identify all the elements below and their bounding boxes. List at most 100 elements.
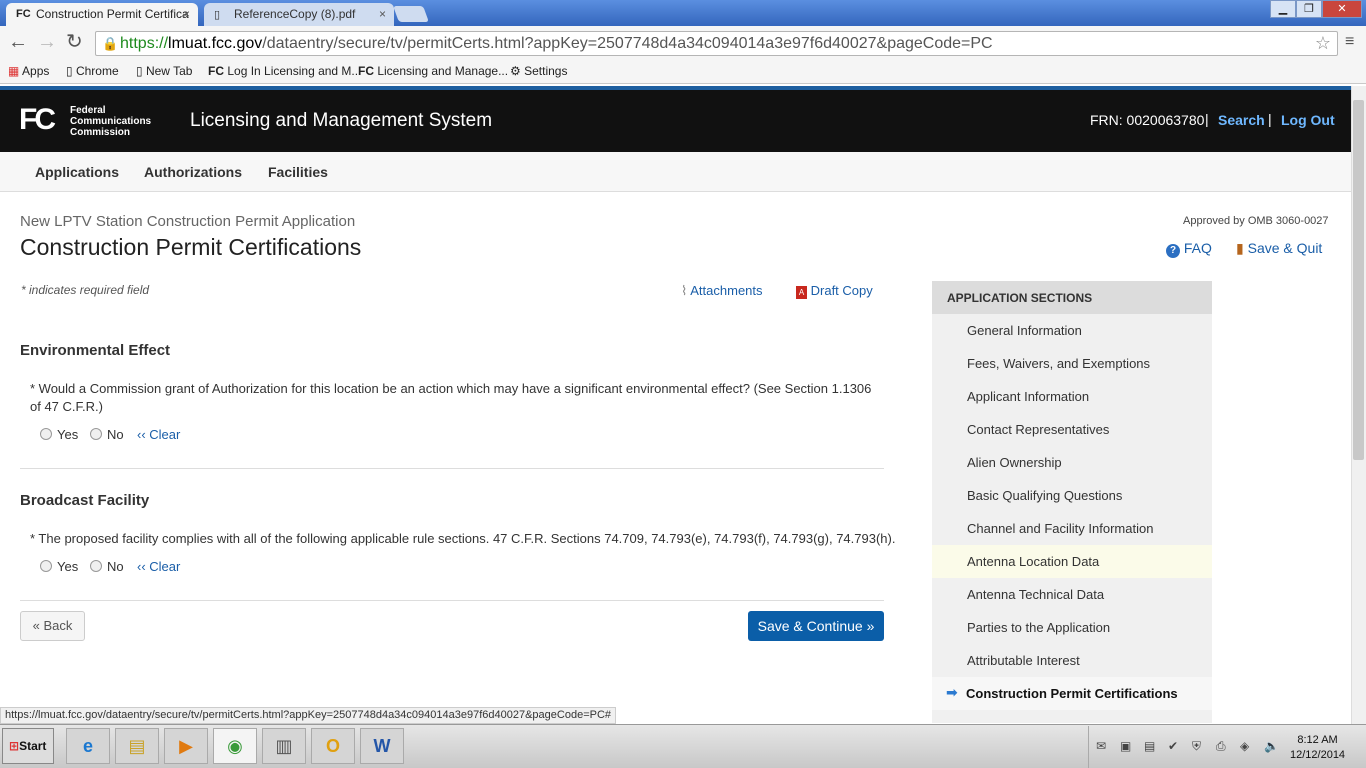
tab-close-icon[interactable]: × <box>379 7 386 21</box>
mail-icon[interactable]: ✉ <box>1096 739 1106 753</box>
fcc-logo[interactable]: FC <box>19 103 56 137</box>
page-icon: ▯ <box>136 64 143 78</box>
page-icon: ▯ <box>66 64 73 78</box>
sidebar-item-parties[interactable]: Parties to the Application <box>932 611 1212 644</box>
back-arrow-icon[interactable]: ← <box>8 32 28 52</box>
nav-facilities[interactable]: Facilities <box>268 164 328 180</box>
bookmark-licensing-manage[interactable]: FC Licensing and Manage... <box>358 64 508 78</box>
sidebar-item-antenna-technical[interactable]: Antenna Technical Data <box>932 578 1212 611</box>
faq-link[interactable]: ? FAQ <box>1166 240 1212 258</box>
media-player-icon[interactable]: ▶ <box>164 728 208 764</box>
nav-authorizations[interactable]: Authorizations <box>144 164 242 180</box>
bookmark-apps[interactable]: ▦ Apps <box>8 64 49 78</box>
start-button[interactable]: ⊞Start <box>2 728 54 764</box>
bookmark-login-licensing[interactable]: FC Log In Licensing and M... <box>208 64 361 78</box>
sidebar-item-alien-ownership[interactable]: Alien Ownership <box>932 446 1212 479</box>
address-bar[interactable]: 🔒 https://lmuat.fcc.gov/dataentry/secure… <box>95 31 1338 56</box>
network-icon[interactable]: ▤ <box>1144 739 1155 753</box>
start-label: Start <box>19 739 47 753</box>
radio-label-no[interactable]: No <box>107 427 124 442</box>
system-clock[interactable]: 8:12 AM 12/12/2014 <box>1290 733 1345 763</box>
save-quit-label: Save & Quit <box>1247 240 1323 256</box>
outlook-tray-icon[interactable]: ▣ <box>1120 739 1131 753</box>
bookmark-label: Log In Licensing and M... <box>227 64 362 78</box>
sidebar-item-fees-waivers[interactable]: Fees, Waivers, and Exemptions <box>932 347 1212 380</box>
close-window-button[interactable]: ✕ <box>1322 0 1362 18</box>
url-protocol: https:// <box>120 35 169 52</box>
radio-label-yes[interactable]: Yes <box>57 427 78 442</box>
word-icon[interactable]: W <box>360 728 404 764</box>
new-tab-button[interactable] <box>393 6 429 22</box>
scrollbar-thumb[interactable] <box>1353 100 1364 460</box>
environmental-yes-radio[interactable] <box>40 428 52 440</box>
lock-icon: 🔒 <box>102 36 119 51</box>
bookmark-new-tab[interactable]: ▯ New Tab <box>136 64 192 78</box>
section-heading: Environmental Effect <box>20 342 171 359</box>
sidebar-item-general-information[interactable]: General Information <box>932 314 1212 347</box>
calculator-icon[interactable]: ▥ <box>262 728 306 764</box>
current-arrow-icon: ➡ <box>946 684 958 700</box>
sidebar-item-contact-representatives[interactable]: Contact Representatives <box>932 413 1212 446</box>
search-link[interactable]: Search <box>1218 112 1265 128</box>
bookmark-label: Chrome <box>75 64 119 78</box>
file-explorer-icon[interactable]: ▤ <box>115 728 159 764</box>
volume-icon[interactable]: 🔈 <box>1264 739 1279 753</box>
shield-icon[interactable]: ⛨ <box>1192 739 1201 754</box>
nav-applications[interactable]: Applications <box>35 164 119 180</box>
sidebar-item-channel-facility[interactable]: Channel and Facility Information <box>932 512 1212 545</box>
fcc-favicon-icon: FC <box>208 64 224 78</box>
tab-title: Construction Permit Certifica <box>36 7 189 21</box>
help-icon: ? <box>1166 244 1180 258</box>
attachments-link[interactable]: ⌇ Attachments <box>681 283 763 299</box>
bookmark-label: Licensing and Manage... <box>377 64 509 78</box>
environmental-question: * Would a Commission grant of Authorizat… <box>30 381 872 414</box>
back-button[interactable]: « Back <box>20 611 85 641</box>
sidebar-item-attributable-interest[interactable]: Attributable Interest <box>932 644 1212 677</box>
gear-icon: ⚙ <box>510 64 521 78</box>
bookmark-label: New Tab <box>145 64 193 78</box>
save-quit-link[interactable]: ▮ Save & Quit <box>1236 240 1322 257</box>
chrome-icon[interactable]: ◉ <box>213 728 257 764</box>
logout-link[interactable]: Log Out <box>1281 112 1335 128</box>
broadcast-clear-link[interactable]: ‹‹ Clear <box>137 559 180 574</box>
tab-close-icon[interactable]: × <box>183 7 190 21</box>
sidebar-item-applicant-information[interactable]: Applicant Information <box>932 380 1212 413</box>
forward-arrow-icon[interactable]: → <box>37 32 57 52</box>
outlook-icon[interactable]: O <box>311 728 355 764</box>
draft-copy-link[interactable]: A Draft Copy <box>796 283 873 299</box>
section-divider <box>20 600 884 601</box>
environmental-clear-link[interactable]: ‹‹ Clear <box>137 427 180 442</box>
clock-time: 8:12 AM <box>1297 734 1338 746</box>
chrome-menu-icon[interactable]: ≡ <box>1345 33 1354 51</box>
maximize-button[interactable]: ❐ <box>1296 0 1322 18</box>
update-icon[interactable]: ◈ <box>1240 739 1249 753</box>
browser-tab-active[interactable]: FC Construction Permit Certifica × <box>6 3 198 26</box>
radio-label-yes[interactable]: Yes <box>57 559 78 574</box>
sidebar-item-construction-permit[interactable]: ➡ Construction Permit Certifications <box>932 677 1212 710</box>
tab-title: ReferenceCopy (8).pdf <box>234 7 356 21</box>
security-icon[interactable]: ✔ <box>1168 739 1178 753</box>
sidebar-heading: APPLICATION SECTIONS <box>932 281 1212 314</box>
windows-logo-icon: ⊞ <box>9 739 20 753</box>
save-continue-button[interactable]: Save & Continue » <box>748 611 884 641</box>
apps-grid-icon: ▦ <box>8 64 20 78</box>
radio-label-no[interactable]: No <box>107 559 124 574</box>
printer-icon[interactable]: ⎙ <box>1216 739 1226 754</box>
minimize-button[interactable]: ▁ <box>1270 0 1296 18</box>
reload-icon[interactable]: ↻ <box>66 32 83 52</box>
environmental-no-radio[interactable] <box>90 428 102 440</box>
attachments-label: Attachments <box>690 283 763 298</box>
bookmark-settings[interactable]: ⚙ Settings <box>510 64 567 78</box>
bookmark-star-icon[interactable]: ☆ <box>1315 33 1331 54</box>
bookmark-chrome[interactable]: ▯ Chrome <box>66 64 119 78</box>
sidebar-item-basic-qualifying[interactable]: Basic Qualifying Questions <box>932 479 1212 512</box>
required-field-note: * indicates required field <box>21 283 150 297</box>
broadcast-no-radio[interactable] <box>90 560 102 572</box>
application-subtitle: New LPTV Station Construction Permit App… <box>20 213 356 230</box>
broadcast-yes-radio[interactable] <box>40 560 52 572</box>
sidebar-item-antenna-location[interactable]: Antenna Location Data <box>932 545 1212 578</box>
browser-tab-pdf[interactable]: ▯ ReferenceCopy (8).pdf × <box>204 3 394 26</box>
header-separator: | <box>1205 111 1209 127</box>
url-host: lmuat.fcc.gov <box>168 35 263 52</box>
internet-explorer-icon[interactable]: e <box>66 728 110 764</box>
